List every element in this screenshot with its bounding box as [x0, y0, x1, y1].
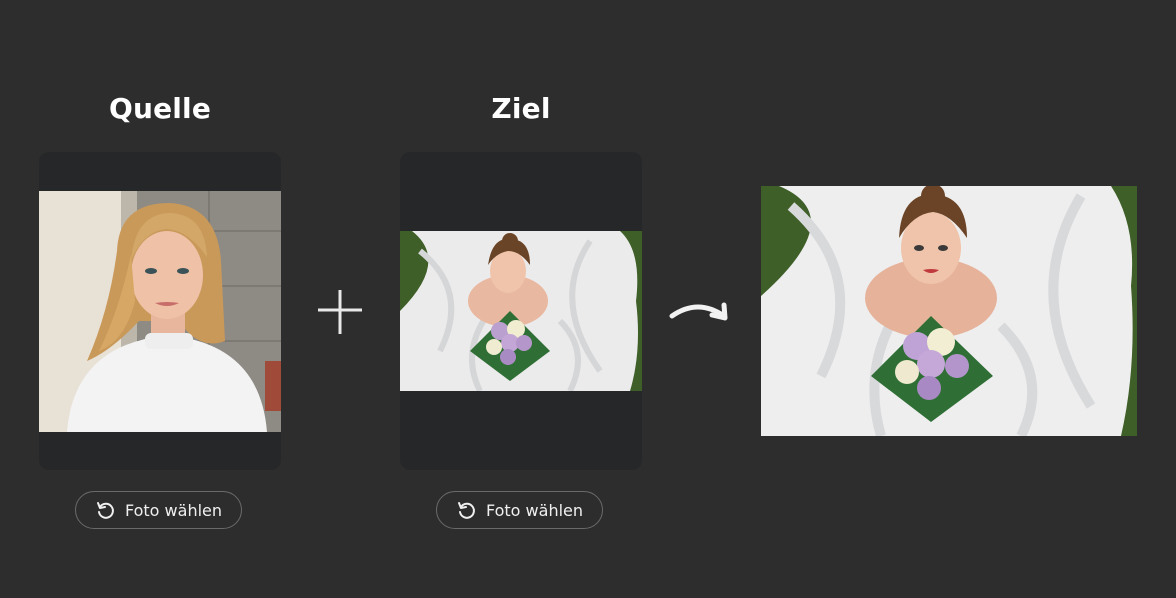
- reset-icon: [456, 500, 476, 520]
- reset-icon: [95, 500, 115, 520]
- target-choose-photo-button[interactable]: Foto wählen: [436, 491, 603, 529]
- curved-arrow-icon: [668, 296, 732, 335]
- source-photo: [39, 191, 281, 432]
- target-title: Ziel: [491, 92, 551, 125]
- plus-icon: [316, 288, 364, 341]
- source-title: Quelle: [108, 92, 212, 125]
- target-photo: [400, 231, 642, 391]
- source-photo-card[interactable]: [39, 152, 281, 470]
- target-photo-card[interactable]: [400, 152, 642, 470]
- source-choose-photo-button[interactable]: Foto wählen: [75, 491, 242, 529]
- source-choose-photo-label: Foto wählen: [124, 500, 223, 520]
- target-choose-photo-label: Foto wählen: [485, 500, 584, 520]
- result-photo: [761, 186, 1137, 436]
